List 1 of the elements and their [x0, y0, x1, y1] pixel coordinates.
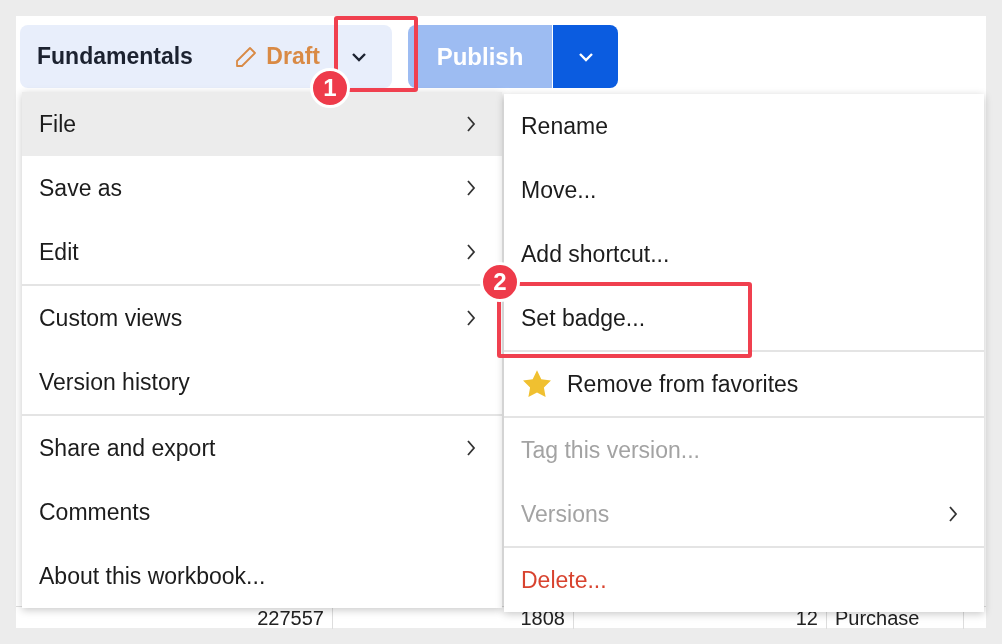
workbook-title: Fundamentals [37, 43, 194, 70]
